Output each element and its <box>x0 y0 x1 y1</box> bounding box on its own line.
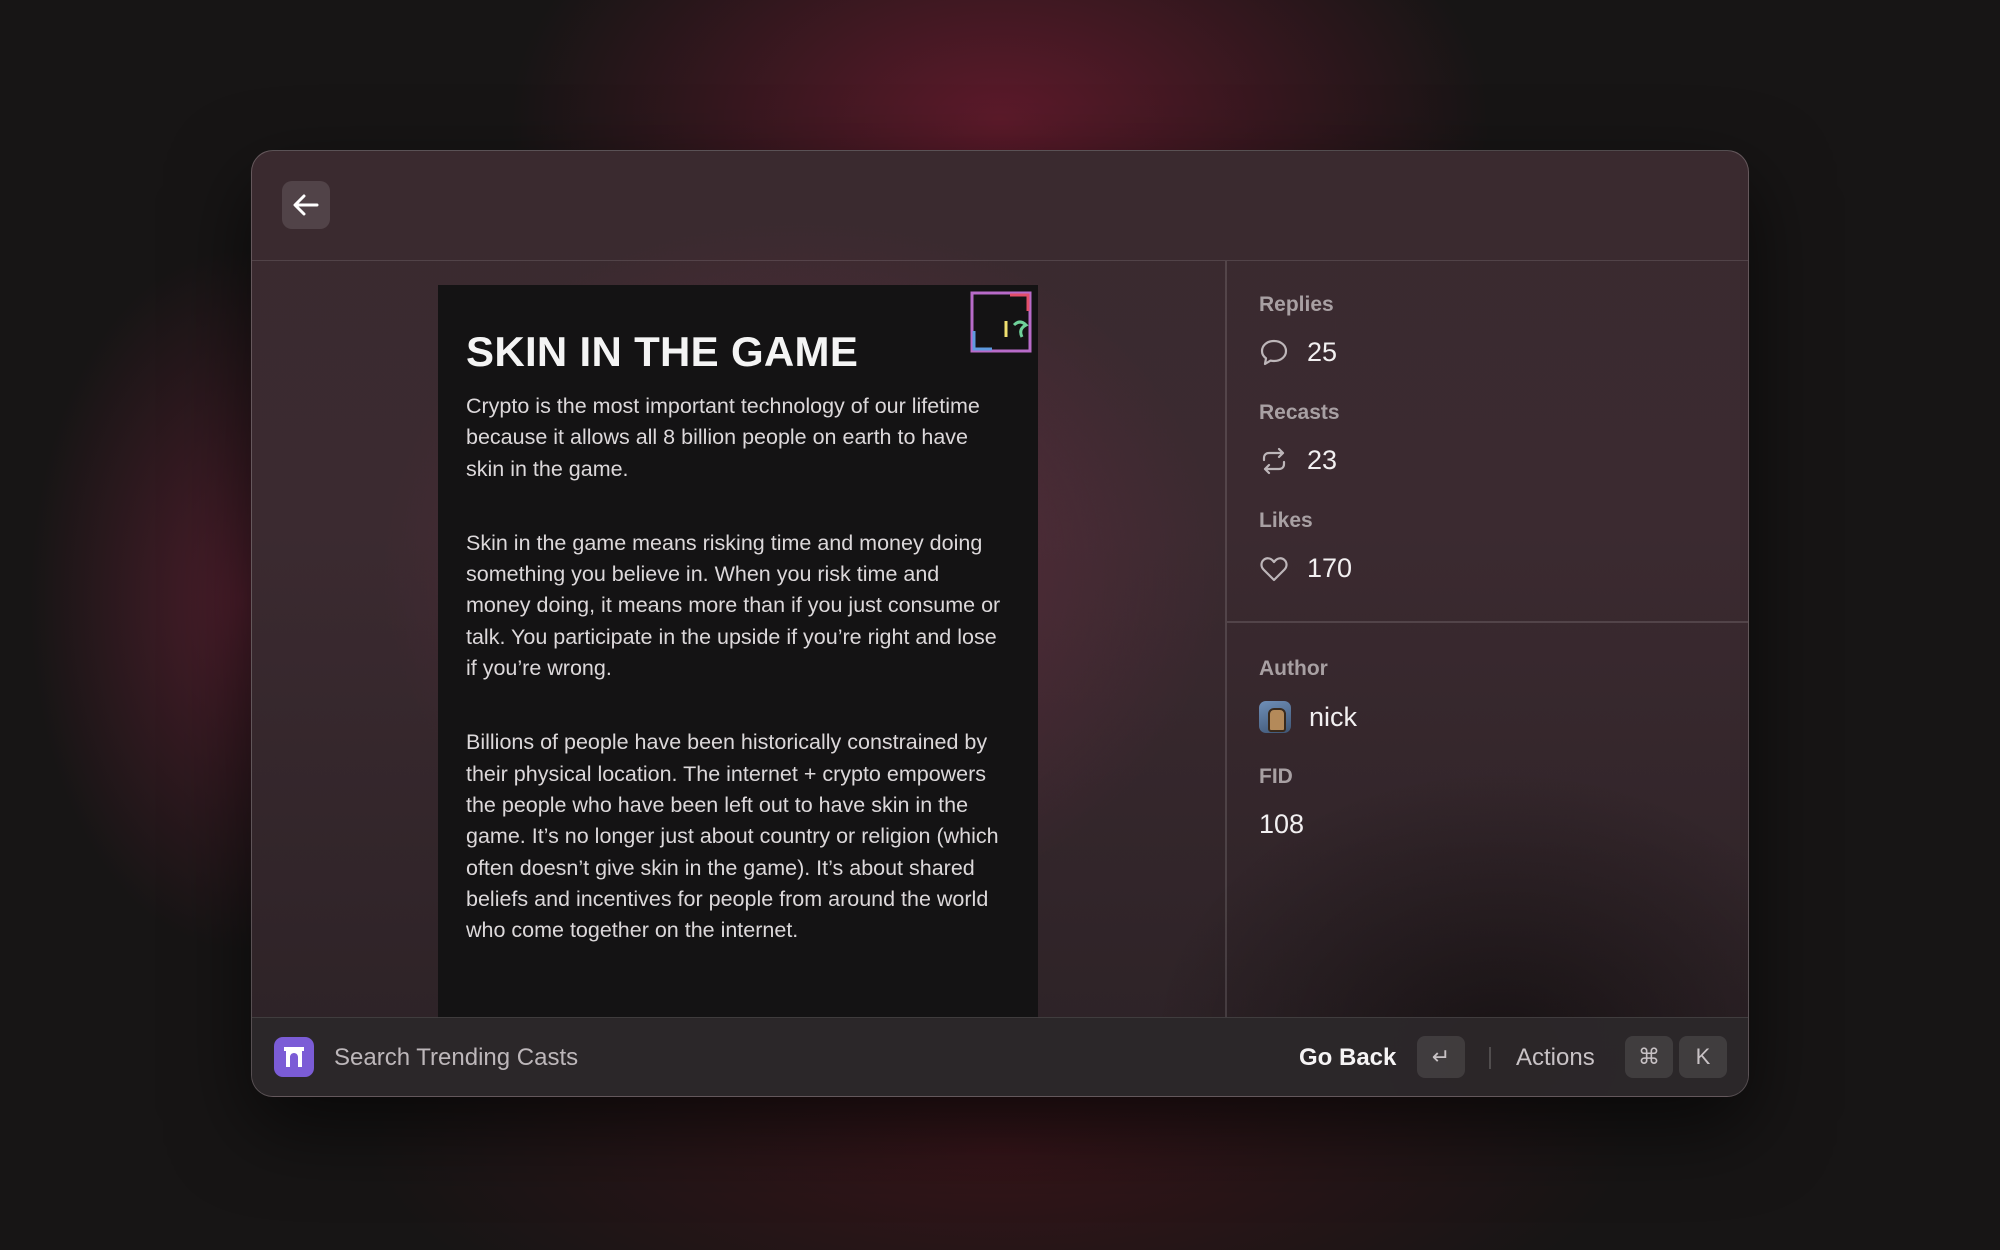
recasts-row: 23 <box>1259 445 1337 476</box>
horizontal-divider <box>1227 621 1748 623</box>
action-separator <box>1489 1047 1491 1069</box>
command-title: Search Trending Casts <box>334 1044 579 1071</box>
command-key-icon: ⌘ <box>1625 1036 1673 1078</box>
go-back-action[interactable]: Go Back <box>1299 1044 1396 1072</box>
cast-title: SKIN IN THE GAME <box>466 328 859 375</box>
artwork-logo-icon <box>970 291 1032 353</box>
author-name: nick <box>1309 701 1358 732</box>
recasts-value: 23 <box>1307 445 1338 475</box>
replies-value: 25 <box>1307 337 1338 367</box>
likes-row: 170 <box>1259 553 1352 584</box>
replies-label: Replies <box>1259 293 1334 316</box>
arrow-left-icon <box>293 194 319 216</box>
repeat-icon <box>1262 447 1286 474</box>
cast-paragraph: Skin in the game means risking time and … <box>466 530 1001 681</box>
author-avatar <box>1259 701 1291 733</box>
author-label: Author <box>1259 657 1328 680</box>
detail-content: SKIN IN THE GAME Crypto is the most impo… <box>252 261 1748 1019</box>
replies-row: 25 <box>1259 337 1337 368</box>
author-row[interactable]: nick <box>1259 701 1357 733</box>
recasts-label: Recasts <box>1259 401 1340 424</box>
fid-label: FID <box>1259 765 1293 788</box>
actions-button[interactable]: Actions <box>1516 1044 1595 1072</box>
fid-value: 108 <box>1259 809 1305 839</box>
heart-icon <box>1260 556 1288 581</box>
cast-image: SKIN IN THE GAME Crypto is the most impo… <box>438 285 1038 1019</box>
k-key: K <box>1679 1036 1727 1078</box>
farcaster-icon <box>274 1037 314 1077</box>
comment-icon <box>1260 339 1288 365</box>
cast-paragraph: Billions of people have been historicall… <box>466 730 999 943</box>
likes-label: Likes <box>1259 509 1313 532</box>
likes-value: 170 <box>1307 553 1353 583</box>
cast-paragraph: Crypto is the most important technology … <box>466 394 980 481</box>
raycast-window: SKIN IN THE GAME Crypto is the most impo… <box>251 150 1749 1097</box>
return-key-icon: ↵ <box>1417 1036 1465 1078</box>
action-bar: Search Trending Casts Go Back ↵ Actions … <box>252 1017 1748 1096</box>
metadata-panel: Replies 25 Recasts 23 Likes 170 Author n… <box>1227 261 1748 1019</box>
top-bar <box>252 151 1748 261</box>
back-button[interactable] <box>282 181 330 229</box>
fid-row: 108 <box>1259 809 1304 840</box>
